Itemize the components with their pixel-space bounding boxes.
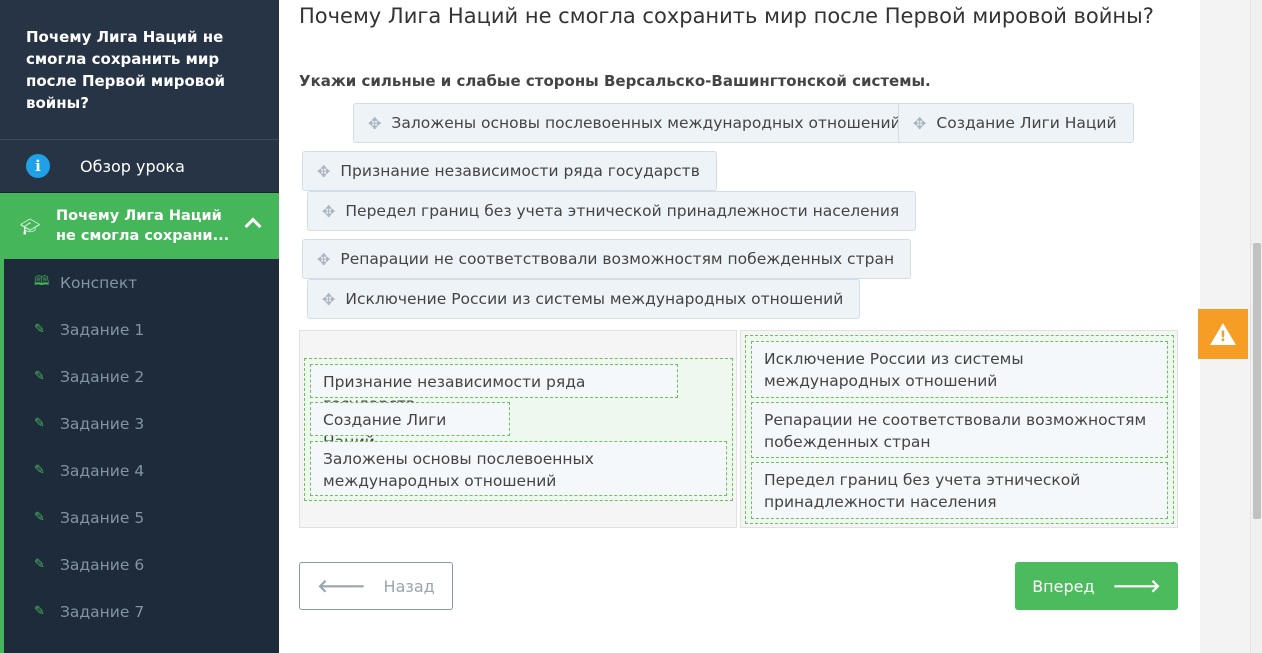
option-label: Исключение России из системы международн… xyxy=(345,290,844,308)
sidebar-item-label: Конспект xyxy=(60,273,138,292)
option-label: Заложены основы послевоенных международн… xyxy=(391,114,901,132)
edit-icon: ✎ xyxy=(34,369,45,384)
sidebar-item-task-4[interactable]: ✎ Задание 4 xyxy=(4,447,279,494)
drop-zone-right[interactable]: Исключение России из системы международн… xyxy=(740,330,1178,528)
move-icon: ✥ xyxy=(913,113,927,133)
draggable-option[interactable]: ✥ Создание Лиги Наций xyxy=(898,103,1134,143)
option-label: Признание независимости ряда государств xyxy=(340,162,700,180)
sidebar-item-label: Задание 6 xyxy=(60,555,145,574)
sidebar-item-task-5[interactable]: ✎ Задание 5 xyxy=(4,494,279,541)
scrollbar-thumb[interactable] xyxy=(1253,243,1261,519)
lesson-title: Почему Лига Наций не смогла сохранить ми… xyxy=(26,28,226,112)
report-problem-button[interactable]: ! xyxy=(1198,309,1248,359)
info-icon: i xyxy=(26,154,50,178)
move-icon: ✥ xyxy=(368,113,382,133)
sidebar-item-label: Задание 3 xyxy=(60,414,145,433)
page-title: Почему Лига Наций не смогла сохранить ми… xyxy=(299,4,1154,28)
graduation-cap-icon: 🎓︎ xyxy=(20,216,41,236)
sidebar-item-task-1[interactable]: ✎ Задание 1 xyxy=(4,306,279,353)
draggable-option[interactable]: ✥ Репарации не соответствовали возможнос… xyxy=(302,239,912,279)
back-button-label: Назад xyxy=(383,576,435,596)
sidebar-item-label: Задание 5 xyxy=(60,508,145,527)
option-label: Репарации не соответствовали возможностя… xyxy=(340,250,895,268)
edit-icon: ✎ xyxy=(34,557,45,572)
active-label-line2: не смогла сохрани... xyxy=(56,228,230,244)
edit-icon: ✎ xyxy=(34,416,45,431)
sidebar-item-label: Почему Лига Наций не смогла сохрани... xyxy=(56,206,236,246)
book-icon: 🕮︎ xyxy=(34,273,50,289)
sidebar-item-label: Обзор урока xyxy=(80,156,185,176)
placed-item[interactable]: Создание Лиги Наций xyxy=(310,402,510,451)
sidebar-item-task-6[interactable]: ✎ Задание 6 xyxy=(4,541,279,588)
move-icon: ✥ xyxy=(322,289,336,309)
sidebar-item-task-7[interactable]: ✎ Задание 7 xyxy=(4,588,279,635)
sidebar-item-active-lesson[interactable]: 🎓︎ Почему Лига Наций не смогла сохрани..… xyxy=(0,193,279,259)
chevron-up-icon[interactable] xyxy=(244,217,262,235)
edit-icon: ✎ xyxy=(34,604,45,619)
edit-icon: ✎ xyxy=(34,510,45,525)
sidebar-item-label: Задание 7 xyxy=(60,602,145,621)
option-label: Передел границ без учета этнической прин… xyxy=(345,202,900,220)
sidebar: Почему Лига Наций не смогла сохранить ми… xyxy=(0,0,279,653)
main-content: Почему Лига Наций не смогла сохранить ми… xyxy=(279,0,1200,653)
move-icon: ✥ xyxy=(317,161,331,181)
move-icon: ✥ xyxy=(322,201,336,221)
sidebar-header: Почему Лига Наций не смогла сохранить ми… xyxy=(0,0,279,140)
next-button[interactable]: Вперед 🡒︎ xyxy=(1015,562,1178,610)
arrow-right-icon: 🡒︎ xyxy=(1112,575,1161,597)
sidebar-item-overview[interactable]: i Обзор урока xyxy=(0,140,279,193)
sidebar-item-task-3[interactable]: ✎ Задание 3 xyxy=(4,400,279,447)
edit-icon: ✎ xyxy=(34,322,45,337)
placed-item[interactable]: Заложены основы послевоенных международн… xyxy=(310,441,727,496)
placed-item[interactable]: Признание независимости ряда государств xyxy=(310,364,678,413)
placed-item[interactable]: Исключение России из системы международн… xyxy=(751,341,1168,398)
drop-zone-right-inner: Исключение России из системы международн… xyxy=(745,335,1174,524)
draggable-option[interactable]: ✥ Признание независимости ряда государст… xyxy=(302,151,717,191)
sidebar-item-task-2[interactable]: ✎ Задание 2 xyxy=(4,353,279,400)
sidebar-item-summary[interactable]: 🕮︎ Конспект xyxy=(4,259,279,306)
draggable-option[interactable]: ✥ Заложены основы послевоенных междунаро… xyxy=(353,103,918,143)
drop-zone-left[interactable]: Признание независимости ряда государств … xyxy=(299,330,737,528)
back-button[interactable]: 🡐︎ Назад xyxy=(299,562,453,610)
warning-icon: ! xyxy=(1210,323,1236,345)
placed-item[interactable]: Репарации не соответствовали возможностя… xyxy=(751,402,1168,458)
task-instruction: Укажи сильные и слабые стороны Версальск… xyxy=(299,72,931,90)
placed-item[interactable]: Передел границ без учета этнической прин… xyxy=(751,462,1168,519)
active-label-line1: Почему Лига Наций xyxy=(56,208,222,224)
draggable-option[interactable]: ✥ Исключение России из системы междунаро… xyxy=(307,279,861,319)
sidebar-item-label: Задание 2 xyxy=(60,367,145,386)
drop-zone-left-inner: Признание независимости ряда государств … xyxy=(304,358,733,501)
sidebar-task-list: 🕮︎ Конспект ✎ Задание 1 ✎ Задание 2 ✎ За… xyxy=(0,259,279,653)
move-icon: ✥ xyxy=(317,249,331,269)
scrollbar[interactable] xyxy=(1250,0,1262,653)
edit-icon: ✎ xyxy=(34,463,45,478)
next-button-label: Вперед xyxy=(1032,576,1095,596)
sidebar-item-label: Задание 1 xyxy=(60,320,145,339)
option-label: Создание Лиги Наций xyxy=(936,114,1117,132)
draggable-option[interactable]: ✥ Передел границ без учета этнической пр… xyxy=(307,191,917,231)
arrow-left-icon: 🡐︎ xyxy=(317,575,366,597)
sidebar-item-label: Задание 4 xyxy=(60,461,145,480)
